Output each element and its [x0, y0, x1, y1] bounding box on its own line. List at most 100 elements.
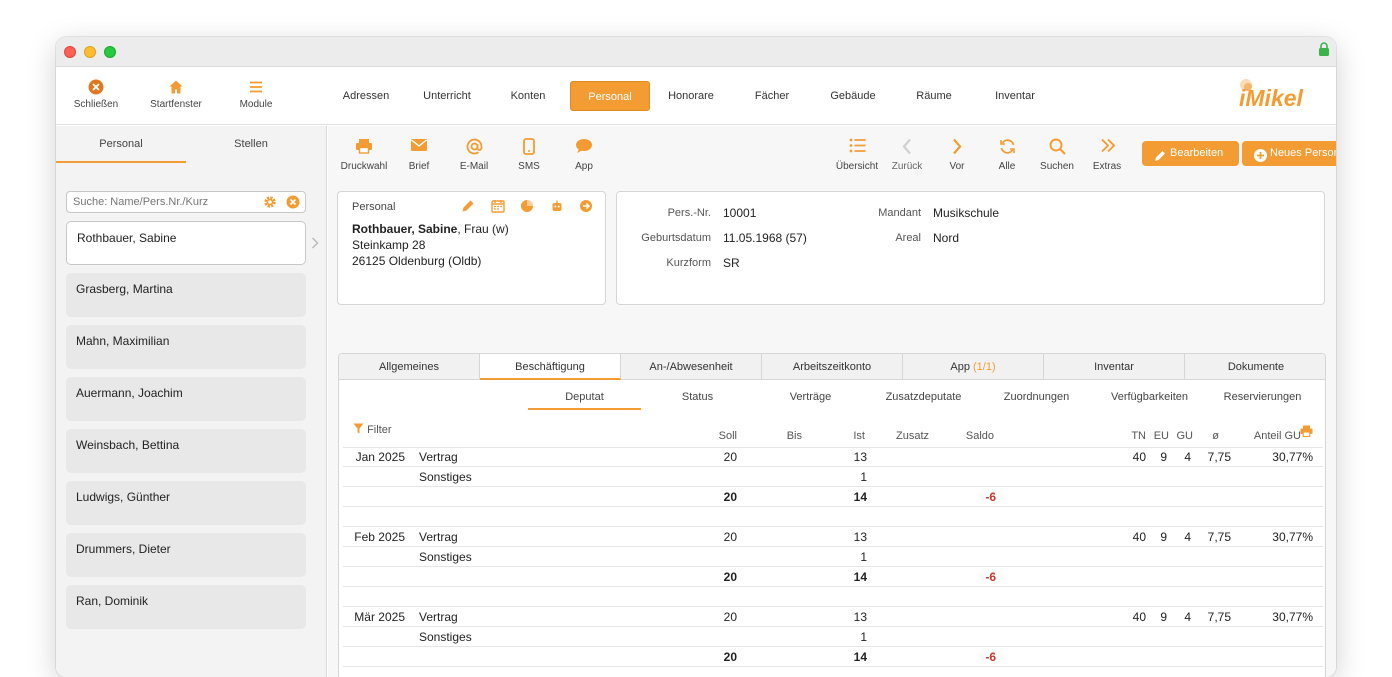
- subtab-deputat[interactable]: Deputat: [528, 384, 641, 410]
- app-button[interactable]: App: [556, 134, 612, 182]
- phone-icon: [501, 134, 557, 156]
- calendar-icon[interactable]: [490, 199, 507, 213]
- funnel-icon: [353, 423, 364, 434]
- tab-inventar[interactable]: Inventar: [1044, 354, 1185, 380]
- home-button[interactable]: Startfenster: [141, 67, 211, 125]
- print-select-button[interactable]: Druckwahl: [336, 134, 392, 182]
- subtab-verfuegbarkeiten[interactable]: Verfügbarkeiten: [1093, 384, 1206, 410]
- filter-button[interactable]: Filter: [353, 423, 392, 436]
- modules-button[interactable]: Module: [221, 67, 291, 125]
- nav-tab-unterricht[interactable]: Unterricht: [412, 81, 482, 111]
- clear-search-icon[interactable]: [286, 195, 300, 214]
- short-form-label: Kurzform: [666, 257, 711, 269]
- tab-dokumente[interactable]: Dokumente: [1185, 354, 1325, 380]
- avg-cell: 7,75: [1207, 610, 1231, 624]
- chat-bubble-icon: [556, 134, 612, 156]
- nav-tab-gebaeude[interactable]: Gebäude: [818, 81, 888, 111]
- tab-arbeitszeitkonto[interactable]: Arbeitszeitkonto: [762, 354, 903, 380]
- minimize-window-button[interactable]: [84, 46, 96, 58]
- person-name: Rothbauer, Sabine: [352, 222, 458, 236]
- nav-tab-konten[interactable]: Konten: [493, 81, 563, 111]
- nav-tab-personal[interactable]: Personal: [570, 81, 650, 111]
- email-button[interactable]: E-Mail: [446, 134, 502, 182]
- person-list-item[interactable]: Mahn, Maximilian: [66, 325, 306, 369]
- person-list-item[interactable]: Rothbauer, Sabine: [66, 221, 306, 265]
- back-label: Zurück: [891, 161, 923, 172]
- new-person-button[interactable]: Neues Personal: [1242, 141, 1336, 166]
- subtab-vertraege[interactable]: Verträge: [754, 384, 867, 410]
- subtab-status[interactable]: Status: [641, 384, 754, 410]
- edit-button[interactable]: Bearbeiten: [1142, 141, 1239, 166]
- month-cell: Feb 2025: [354, 530, 405, 544]
- extras-button[interactable]: Extras: [1079, 134, 1135, 182]
- ist-cell: 13: [853, 530, 867, 544]
- col-header-gu: GU: [1176, 430, 1194, 442]
- person-salutation: , Frau (w): [457, 222, 509, 236]
- eu-cell: 9: [1160, 530, 1167, 544]
- person-list-item[interactable]: Weinsbach, Bettina: [66, 429, 306, 473]
- tab-allgemeines[interactable]: Allgemeines: [339, 354, 480, 380]
- print-select-label: Druckwahl: [340, 161, 388, 172]
- search-input[interactable]: [73, 195, 253, 209]
- person-list-item[interactable]: Grasberg, Martina: [66, 273, 306, 317]
- sidebar-tab-personal[interactable]: Personal: [56, 126, 186, 163]
- search-button[interactable]: Suchen: [1029, 134, 1085, 182]
- sum-ist-cell: 14: [853, 650, 867, 664]
- tab-app[interactable]: App (1/1): [903, 354, 1044, 380]
- subtab-zusatzdeputate[interactable]: Zusatzdeputate: [867, 384, 980, 410]
- person-list-item[interactable]: Ludwigs, Günther: [66, 481, 306, 525]
- nav-tab-raeume[interactable]: Räume: [899, 81, 969, 111]
- sum-soll-cell: 20: [723, 570, 737, 584]
- tn-cell: 40: [1132, 530, 1146, 544]
- client-label: Mandant: [878, 207, 921, 219]
- table-spacer-row: [343, 507, 1323, 527]
- pencil-icon[interactable]: [461, 199, 477, 213]
- subtab-reservierungen[interactable]: Reservierungen: [1206, 384, 1319, 410]
- overview-label: Übersicht: [835, 161, 879, 172]
- subtab-zuordnungen[interactable]: Zuordnungen: [980, 384, 1093, 410]
- zoom-window-button[interactable]: [104, 46, 116, 58]
- print-table-icon[interactable]: [1300, 424, 1313, 442]
- person-list-item[interactable]: Ran, Dominik: [66, 585, 306, 629]
- edit-label: Bearbeiten: [1170, 147, 1224, 159]
- all-button[interactable]: Alle: [979, 134, 1035, 182]
- col-header-ist: Ist: [853, 430, 865, 442]
- nav-tab-faecher[interactable]: Fächer: [737, 81, 807, 111]
- pie-chart-icon[interactable]: [520, 199, 536, 213]
- arrow-right-circle-icon[interactable]: [579, 199, 595, 213]
- tab-abwesenheit[interactable]: An-/Abwesenheit: [621, 354, 762, 380]
- month-cell: Mär 2025: [354, 610, 405, 624]
- type-cell: Sonstiges: [419, 550, 472, 564]
- nav-tab-honorare[interactable]: Honorare: [656, 81, 726, 111]
- sidebar-tab-stellen[interactable]: Stellen: [186, 126, 316, 163]
- sms-button[interactable]: SMS: [501, 134, 557, 182]
- search-label: Suchen: [1040, 161, 1074, 172]
- short-form-value: SR: [723, 256, 740, 270]
- at-sign-icon: [446, 134, 502, 156]
- robot-icon[interactable]: [550, 199, 566, 213]
- birthdate-label: Geburtsdatum: [641, 232, 711, 244]
- type-cell: Vertrag: [419, 530, 458, 544]
- list-icon: [829, 134, 885, 156]
- col-header-bis: Bis: [786, 430, 802, 442]
- letter-button[interactable]: Brief: [391, 134, 447, 182]
- forward-button[interactable]: Vor: [929, 134, 985, 182]
- close-window-button[interactable]: [64, 46, 76, 58]
- overview-button[interactable]: Übersicht: [829, 134, 885, 182]
- person-list-item[interactable]: Drummers, Dieter: [66, 533, 306, 577]
- nav-tab-inventar[interactable]: Inventar: [980, 81, 1050, 111]
- close-button[interactable]: Schließen: [61, 67, 131, 125]
- gear-icon[interactable]: [263, 195, 277, 214]
- nav-tab-adressen[interactable]: Adressen: [331, 81, 401, 111]
- ist-cell: 1: [860, 630, 867, 644]
- back-button[interactable]: Zurück: [879, 134, 935, 182]
- tab-beschaeftigung[interactable]: Beschäftigung: [480, 354, 621, 380]
- search-box: [66, 191, 306, 213]
- gu-cell: 4: [1184, 450, 1191, 464]
- table-sum-row: 20 14 -6: [343, 647, 1323, 667]
- anteil-cell: 30,77%: [1272, 610, 1313, 624]
- person-list-item[interactable]: Auermann, Joachim: [66, 377, 306, 421]
- main-content: Druckwahl Brief E-Mail SMS App Übersicht…: [328, 126, 1336, 677]
- area-label: Areal: [895, 232, 921, 244]
- person-details-panel: Pers.-Nr. 10001 Geburtsdatum 11.05.1968 …: [616, 191, 1325, 305]
